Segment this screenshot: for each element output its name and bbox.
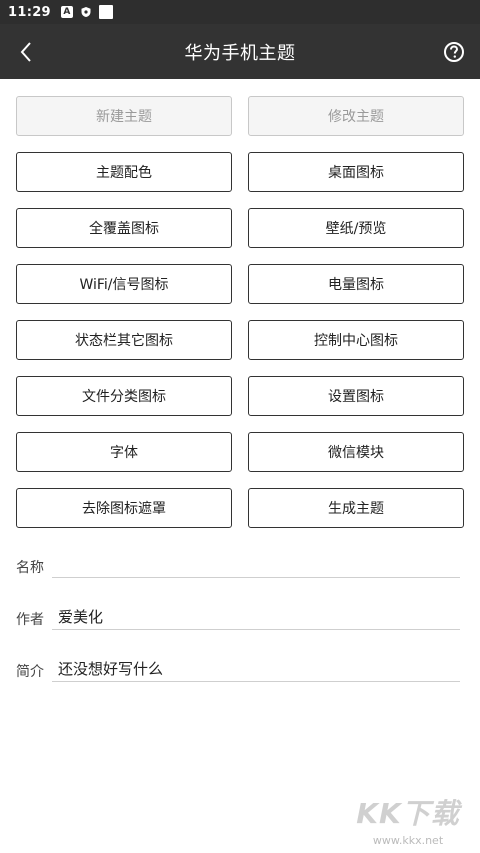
intro-underline	[52, 681, 460, 682]
intro-label: 简介	[16, 664, 44, 680]
author-label: 作者	[16, 612, 44, 628]
back-button[interactable]	[12, 24, 40, 79]
shield-icon	[80, 6, 92, 18]
status-bar: 11:29 A	[0, 0, 480, 24]
new-theme-button[interactable]: 新建主题	[16, 96, 232, 136]
status-time: 11:29	[8, 4, 51, 20]
chevron-left-icon	[20, 41, 31, 62]
a-notification-icon: A	[60, 6, 73, 18]
app-bar: 华为手机主题	[0, 24, 480, 79]
control-center-icons-button[interactable]: 控制中心图标	[248, 320, 464, 360]
name-field-row: 名称	[16, 548, 464, 600]
name-label: 名称	[16, 560, 44, 576]
name-underline	[52, 577, 460, 578]
white-square-icon	[98, 5, 113, 19]
intro-input[interactable]: 还没想好写什么	[54, 655, 460, 681]
full-cover-icons-button[interactable]: 全覆盖图标	[16, 208, 232, 248]
desktop-icons-button[interactable]: 桌面图标	[248, 152, 464, 192]
generate-theme-button[interactable]: 生成主题	[248, 488, 464, 528]
author-underline	[52, 629, 460, 630]
page-title: 华为手机主题	[184, 42, 296, 64]
watermark-logo: KK下载	[356, 797, 460, 830]
author-field-row: 作者 爱美化	[16, 600, 464, 652]
wifi-signal-icons-button[interactable]: WiFi/信号图标	[16, 264, 232, 304]
edit-theme-button[interactable]: 修改主题	[248, 96, 464, 136]
file-category-icons-button[interactable]: 文件分类图标	[16, 376, 232, 416]
help-button[interactable]	[440, 24, 468, 79]
remove-icon-mask-button[interactable]: 去除图标遮罩	[16, 488, 232, 528]
theme-info-form: 名称 作者 爱美化 简介 还没想好写什么	[16, 548, 464, 704]
wechat-module-button[interactable]: 微信模块	[248, 432, 464, 472]
battery-icons-button[interactable]: 电量图标	[248, 264, 464, 304]
status-bar-icons-button[interactable]: 状态栏其它图标	[16, 320, 232, 360]
font-button[interactable]: 字体	[16, 432, 232, 472]
theme-color-button[interactable]: 主题配色	[16, 152, 232, 192]
name-input[interactable]	[54, 551, 460, 577]
watermark-url: www.kkx.net	[372, 834, 444, 847]
settings-icons-button[interactable]: 设置图标	[248, 376, 464, 416]
intro-field-row: 简介 还没想好写什么	[16, 652, 464, 704]
function-button-grid: 新建主题 修改主题 主题配色 桌面图标 全覆盖图标 壁纸/预览 WiFi/信号图…	[16, 96, 464, 528]
author-input[interactable]: 爱美化	[54, 603, 460, 629]
watermark: KK下载 www.kkx.net	[348, 792, 468, 847]
help-circle-icon	[444, 41, 464, 62]
wallpaper-preview-button[interactable]: 壁纸/预览	[248, 208, 464, 248]
